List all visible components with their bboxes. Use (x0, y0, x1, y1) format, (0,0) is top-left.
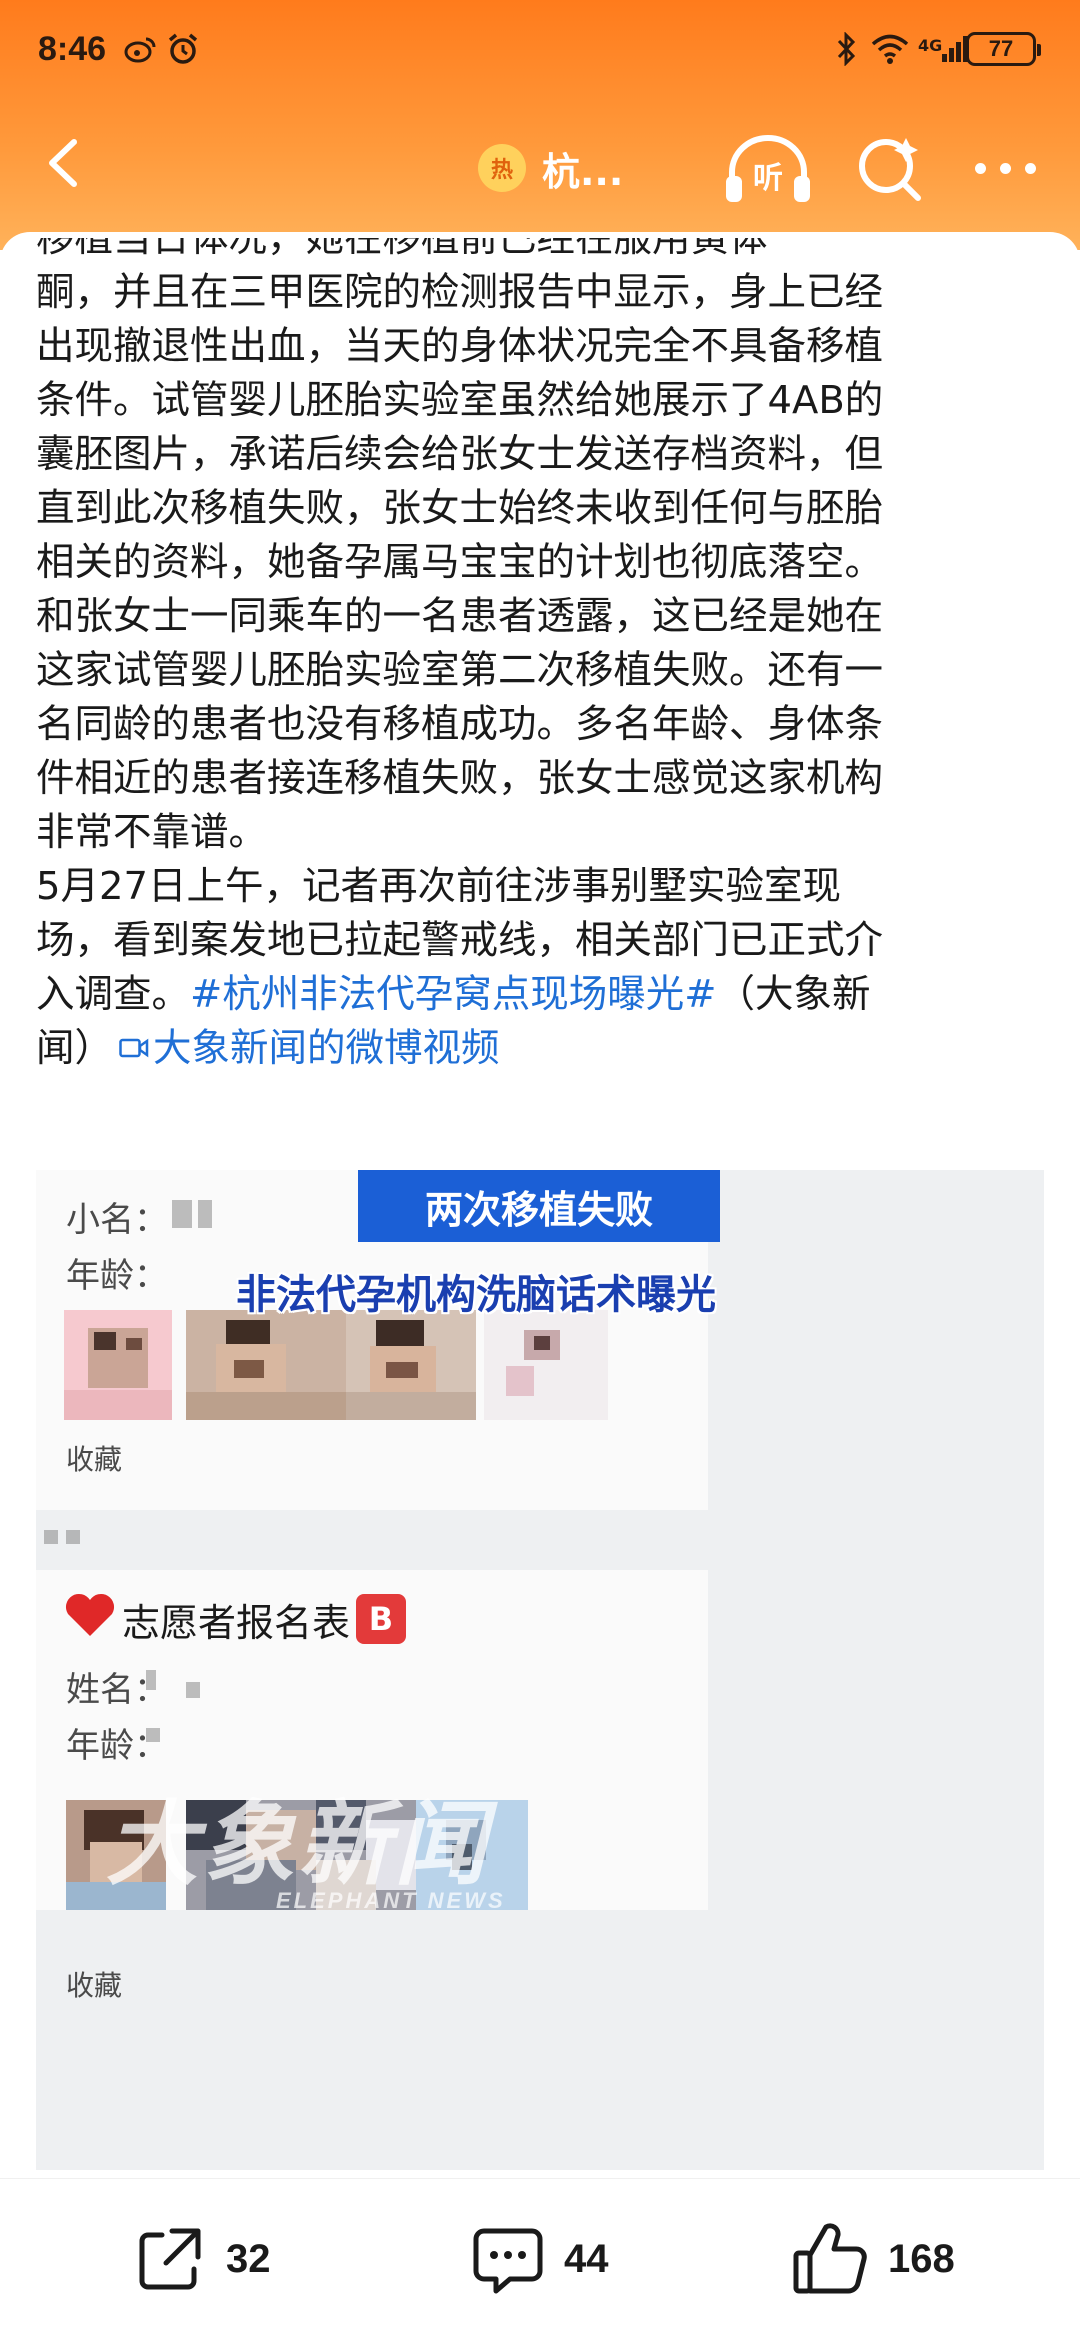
status-bar: 8:46 4G 77 (0, 0, 1080, 100)
pixelated-photo (484, 1310, 608, 1420)
network-type: 4G (918, 35, 943, 55)
news-watermark-logo: 大象新闻 (106, 1794, 491, 1896)
article-body: 移植当日体况，她在移植前已经在服用黄体 酮，并且在三甲医院的检测报告中显示，身上… (36, 238, 1046, 1076)
article-line: 场，看到案发地已拉起警戒线，相关部门已正式介 (36, 918, 884, 963)
article-line: 非常不靠谱。 (36, 810, 268, 855)
redacted-text (146, 1728, 160, 1742)
more-dot-icon (974, 162, 986, 174)
redacted-text (172, 1200, 192, 1228)
heart-icon (65, 1593, 115, 1636)
search-icon (859, 138, 921, 201)
cut-off-line: 移植当日体况，她在移植前已经在服用黄体 (36, 238, 768, 261)
article-text: 闻） (36, 1026, 114, 1071)
share-count: 32 (226, 2236, 271, 2281)
search-button[interactable] (850, 130, 930, 210)
alarm-icon (166, 30, 200, 68)
blood-type-b-badge: B (356, 1594, 406, 1644)
more-dot-icon (1024, 162, 1036, 174)
article-text: （大象新 (716, 972, 871, 1017)
thumbs-up-icon (793, 2223, 867, 2294)
collect-label: 收藏 (66, 1969, 123, 2002)
article-line-with-video: 闻） 大象新闻的微博视频 (36, 1022, 1046, 1076)
post-image[interactable]: 小名： 年龄： 收藏 两次移植失败 非法代孕机构洗脑话术曝光 志愿者报名表 B … (36, 1170, 1044, 2170)
redacted-text (146, 1670, 156, 1690)
age-label: 年龄： (66, 1726, 168, 1766)
pixelated-photo (64, 1310, 172, 1420)
headline-subtitle: 非法代孕机构洗脑话术曝光 (236, 1272, 716, 1318)
back-arrow-icon (49, 139, 77, 187)
video-link-text: 大象新闻的微博视频 (153, 1026, 500, 1071)
news-watermark-caption: ELEPHANT NEWS (276, 1888, 506, 1913)
share-button[interactable]: 32 (132, 2219, 271, 2299)
pixelated-photo (186, 1310, 346, 1420)
bluetooth-icon (836, 30, 858, 68)
article-line: 直到此次移植失败，张女士始终未收到任何与胚胎 (36, 486, 884, 531)
pixelated-photo (346, 1310, 476, 1420)
comment-icon (473, 2228, 543, 2294)
hot-topic-badge: 热 (478, 144, 526, 192)
article-line: 件相近的患者接连移植失败，张女士感觉这家机构 (36, 756, 884, 801)
nav-bar: 热 杭... 听 (0, 100, 1080, 230)
post-content: 移植当日体况，她在移植前已经在服用黄体 酮，并且在三甲医院的检测报告中显示，身上… (0, 232, 1080, 2177)
redacted-text (44, 1530, 58, 1544)
volunteer-form-card: 志愿者报名表 B 姓名： 年龄： 大象新闻 ELEPHANT NEWS 收藏 (36, 1570, 708, 2002)
article-line: 出现撤退性出血，当天的身体状况完全不具备移植 (36, 324, 884, 369)
like-button[interactable]: 168 (790, 2219, 955, 2299)
wifi-icon (870, 30, 910, 68)
headphones-icon: 听 (726, 135, 810, 202)
hashtag-link[interactable]: #杭州非法代孕窝点现场曝光# (190, 972, 717, 1017)
article-line: 相关的资料，她备孕属马宝宝的计划也彻底落空。 (36, 540, 884, 585)
listen-label: 听 (753, 161, 783, 196)
back-button[interactable] (30, 128, 100, 198)
redacted-text (186, 1682, 200, 1698)
form-title: 志愿者报名表 (122, 1601, 351, 1645)
collect-label: 收藏 (66, 1443, 123, 1476)
article-line: 5月27日上午，记者再次前往涉事别墅实验室现 (36, 864, 841, 909)
article-line: 条件。试管婴儿胚胎实验室虽然给她展示了4AB的 (36, 378, 884, 423)
article-line: 酮，并且在三甲医院的检测报告中显示，身上已经 (36, 270, 884, 315)
age-label: 年龄： (66, 1256, 168, 1296)
redacted-text (66, 1530, 80, 1544)
article-line: 这家试管婴儿胚胎实验室第二次移植失败。还有一 (36, 648, 884, 693)
action-bar: 32 44 168 (0, 2178, 1080, 2340)
status-time: 8:46 (38, 30, 107, 68)
headline-banner: 两次移植失败 (358, 1170, 720, 1242)
app-root: 8:46 4G 77 热 杭... 听 移植当日体况，她在移植前已经在服用黄体 … (0, 0, 1080, 2340)
article-line: 和张女士一同乘车的一名患者透露，这已经是她在 (36, 594, 884, 639)
battery-indicator: 77 (966, 32, 1041, 66)
video-camera-icon (119, 1038, 149, 1057)
more-dot-icon (999, 162, 1011, 174)
listen-button[interactable]: 听 (722, 132, 814, 208)
redacted-text (198, 1200, 212, 1228)
comment-count: 44 (564, 2236, 609, 2281)
comment-button[interactable]: 44 (470, 2219, 609, 2299)
share-icon (139, 2228, 201, 2290)
article-text: 入调查。 (36, 972, 191, 1017)
topic-title-text: 杭... (542, 149, 624, 194)
article-line: 名同龄的患者也没有移植成功。多名年龄、身体条 (36, 702, 884, 747)
more-options-button[interactable] (960, 138, 1050, 198)
article-line: 囊胚图片，承诺后续会给张女士发送存档资料，但 (36, 432, 884, 477)
nickname-label: 小名： (66, 1200, 168, 1240)
like-count: 168 (888, 2236, 955, 2281)
weibo-notification-icon (124, 30, 156, 68)
article-line-with-hashtag: 入调查。#杭州非法代孕窝点现场曝光#（大象新 (36, 968, 1046, 1022)
video-link[interactable]: 大象新闻的微博视频 (113, 1026, 500, 1071)
topic-title[interactable]: 热 杭... (478, 140, 623, 196)
